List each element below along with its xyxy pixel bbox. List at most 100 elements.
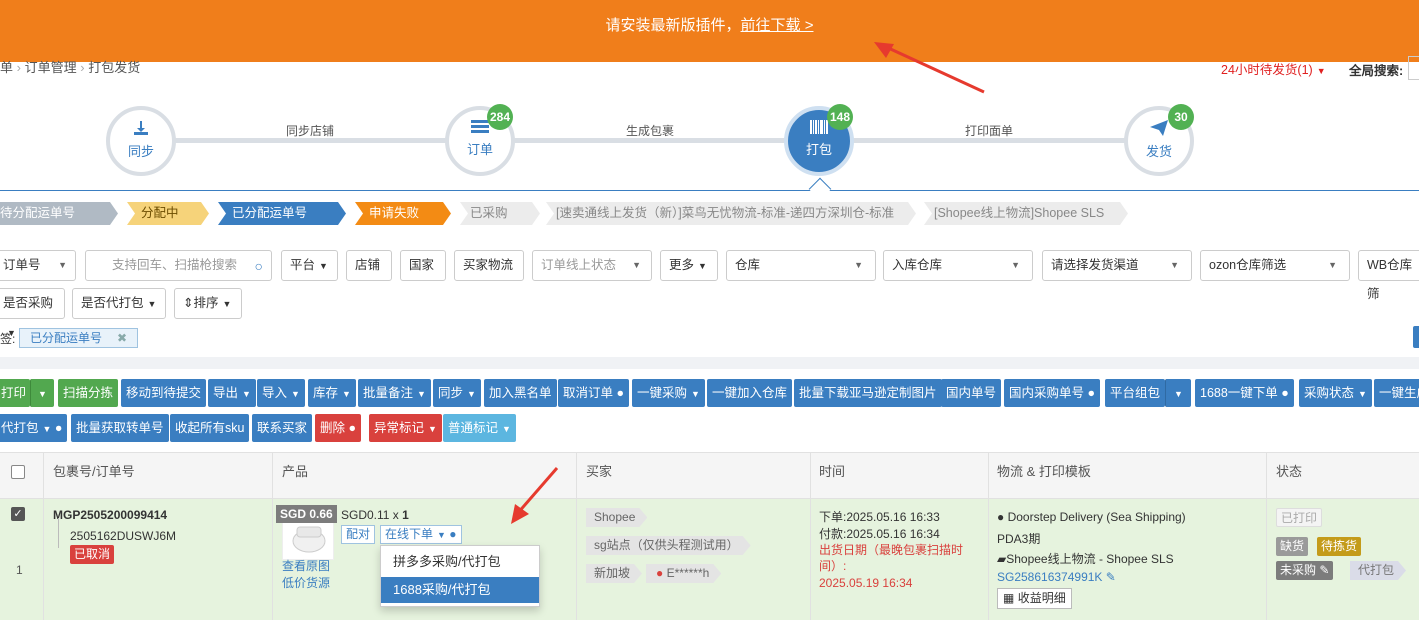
logistics-method: ● Doorstep Delivery (Sea Shipping)	[997, 510, 1186, 524]
domestic-purchase-no-button[interactable]: 国内采购单号 ●	[1004, 379, 1101, 407]
menu-item-1688-purchase[interactable]: 1688采购/代打包	[381, 577, 539, 603]
download-amazon-images-button[interactable]: 批量下载亚马逊定制图片	[794, 379, 942, 407]
step-order-label: 订单	[466, 142, 493, 157]
info-icon: ●	[449, 527, 457, 541]
inbound-warehouse-select[interactable]: 入库仓库 ▼	[883, 250, 1033, 281]
platform-group-button[interactable]: 平台组包	[1105, 379, 1166, 407]
menu-item-pdd-purchase[interactable]: 拼多多采购/代打包	[381, 549, 539, 575]
status-tab-apply-failed[interactable]: 申请失败 (0)	[355, 202, 451, 225]
scan-sort-button[interactable]: 扫描分拣	[58, 379, 119, 407]
online-order-dropdown[interactable]: 在线下单 ▼ ●	[380, 525, 462, 544]
delete-button[interactable]: 删除 ●	[315, 414, 362, 442]
abnormal-mark-dropdown[interactable]: 异常标记 ▼	[369, 414, 442, 442]
batch-get-transfer-no-button[interactable]: 批量获取转单号	[71, 414, 169, 442]
global-search-label: 全局搜索:	[1349, 64, 1404, 78]
inventory-dropdown[interactable]: 库存 ▼	[308, 379, 356, 407]
tracking-no-link[interactable]: SG258616374991K ✎	[997, 570, 1116, 584]
info-icon: ●	[348, 421, 357, 435]
wb-warehouse-filter[interactable]: WB仓库筛	[1358, 250, 1419, 301]
ship-channel-select[interactable]: 请选择发货渠道 ▼	[1042, 250, 1192, 281]
header-time: 时间	[819, 464, 846, 479]
warehouse-select[interactable]: 仓库 ▼	[726, 250, 876, 281]
sync-dropdown[interactable]: 同步 ▼	[433, 379, 481, 407]
one-click-generate-button[interactable]: 一键生成	[1374, 379, 1419, 407]
buyer-logistics-button[interactable]: 买家物流	[454, 250, 524, 281]
pay-time: 付款:2025.05.16 16:34	[819, 527, 940, 541]
table-row[interactable]	[0, 499, 1419, 620]
info-icon: ●	[616, 386, 625, 400]
step-ship-badge: 30	[1168, 104, 1194, 130]
shop-button[interactable]: 店铺	[346, 250, 392, 281]
print-button[interactable]: 打印	[0, 379, 30, 407]
select-all-checkbox[interactable]	[11, 465, 25, 479]
edit-icon[interactable]: ✎	[1106, 570, 1116, 584]
revenue-detail-button[interactable]: ▦ 收益明细	[997, 588, 1072, 609]
add-to-warehouse-button[interactable]: 一键加入仓库	[707, 379, 793, 407]
banner-download-link[interactable]: 前往下载 >	[741, 17, 814, 34]
right-edge-button[interactable]	[1413, 326, 1419, 348]
move-to-pending-button[interactable]: 移动到待提交	[121, 379, 207, 407]
step-link-generate-package[interactable]: 生成包裹	[626, 122, 674, 139]
sort-icon: ⇕	[183, 296, 194, 310]
cancelled-badge: 已取消	[70, 545, 115, 564]
collapse-sku-button[interactable]: 收起所有sku	[170, 414, 250, 442]
pending-24h-link[interactable]: 24小时待发货(1) ▼	[1221, 59, 1326, 78]
export-dropdown[interactable]: 导出 ▼	[208, 379, 256, 407]
platform-dropdown[interactable]: 平台 ▼	[281, 250, 338, 281]
one-click-purchase-dropdown[interactable]: 一键采购 ▼	[632, 379, 705, 407]
status-tab-shopee-sls[interactable]: [Shopee线上物流]Shopee SLS (6)	[924, 202, 1128, 225]
buyer-platform-tag: Shopee	[586, 508, 647, 527]
close-icon[interactable]: ✖	[117, 329, 127, 347]
plugin-install-banner: 请安装最新版插件，前往下载 >	[0, 0, 1419, 62]
blacklist-button[interactable]: 加入黑名单	[484, 379, 557, 407]
search-icon[interactable]: ○	[255, 252, 263, 281]
more-dropdown[interactable]: 更多 ▼	[660, 250, 718, 281]
package-no[interactable]: MGP2505200099414	[53, 508, 167, 522]
truck-icon: ▰	[997, 552, 1007, 566]
step-order-badge: 284	[487, 104, 513, 130]
status-tab-assigned[interactable]: 已分配运单号 (10)	[218, 202, 346, 225]
info-icon: ●	[1281, 386, 1289, 400]
step-sync-label: 同步	[127, 144, 154, 159]
sort-dropdown[interactable]: ⇕排序 ▼	[174, 288, 242, 319]
batch-note-dropdown[interactable]: 批量备注 ▼	[358, 379, 431, 407]
buyer-name-tag[interactable]: ● E******h	[646, 564, 721, 583]
breadcrumb: 单 › 订单管理 › 打包发货	[0, 60, 141, 75]
row-checkbox[interactable]: ✓	[11, 507, 25, 521]
step-link-sync-store[interactable]: 同步店铺	[286, 122, 334, 139]
cancel-order-button[interactable]: 取消订单 ●	[558, 379, 630, 407]
print-dropdown-caret[interactable]: ▼	[30, 379, 54, 407]
contact-buyer-button[interactable]: 联系买家	[252, 414, 313, 442]
platform-group-caret[interactable]: ▼	[1165, 379, 1191, 407]
annotation-arrow-top	[874, 42, 985, 94]
ozon-warehouse-filter[interactable]: ozon仓库筛选 ▼	[1200, 250, 1350, 281]
step-pack-badge: 148	[827, 104, 853, 130]
status-tab-assigning[interactable]: 分配中 (0)	[127, 202, 209, 225]
breadcrumb-item-orders-root[interactable]: 单	[0, 60, 13, 75]
global-search-input[interactable]	[1408, 56, 1419, 80]
status-tab-unassigned[interactable]: 待分配运单号 (138)	[0, 202, 118, 225]
domestic-tracking-button[interactable]: 国内单号	[941, 379, 1002, 407]
status-tab-aliexpress-cainiao[interactable]: [速卖通线上发货（新）]菜鸟无忧物流-标准-递四方深圳仓-标准 (4)	[546, 202, 916, 225]
order-no[interactable]: 2505162DUSWJ6M	[70, 529, 176, 543]
country-button[interactable]: 国家	[400, 250, 446, 281]
import-dropdown[interactable]: 导入 ▼	[257, 379, 305, 407]
row-index: 1	[16, 563, 23, 577]
step-sync[interactable]: 同步	[106, 106, 176, 176]
online-status-select[interactable]: 订单线上状态 ▼	[532, 250, 652, 281]
edit-icon[interactable]: ✎	[1319, 563, 1329, 577]
status-tab-purchased[interactable]: 已采购 (2)	[460, 202, 540, 225]
breadcrumb-item-order-management[interactable]: 订单管理	[25, 60, 77, 75]
search-input[interactable]: 支持回车、扫描枪搜索 ○	[85, 250, 272, 281]
view-image-link[interactable]: 查看原图	[282, 557, 330, 574]
step-link-print-label[interactable]: 打印面单	[965, 122, 1013, 139]
1688-order-button[interactable]: 1688一键下单 ●	[1195, 379, 1294, 407]
order-no-select[interactable]: 订单号 ▼	[0, 250, 76, 281]
proxy-pack-dropdown[interactable]: 是否代打包 ▼	[72, 288, 166, 319]
low-price-link[interactable]: 低价货源	[282, 574, 330, 591]
purchased-dropdown[interactable]: 是否采购▼	[0, 288, 65, 338]
proxy-pack-action-dropdown[interactable]: 代打包 ▼ ●	[0, 414, 68, 442]
purchase-status-dropdown[interactable]: 采购状态 ▼	[1299, 379, 1372, 407]
match-button[interactable]: 配对	[341, 525, 376, 544]
normal-mark-dropdown[interactable]: 普通标记 ▼	[443, 414, 516, 442]
